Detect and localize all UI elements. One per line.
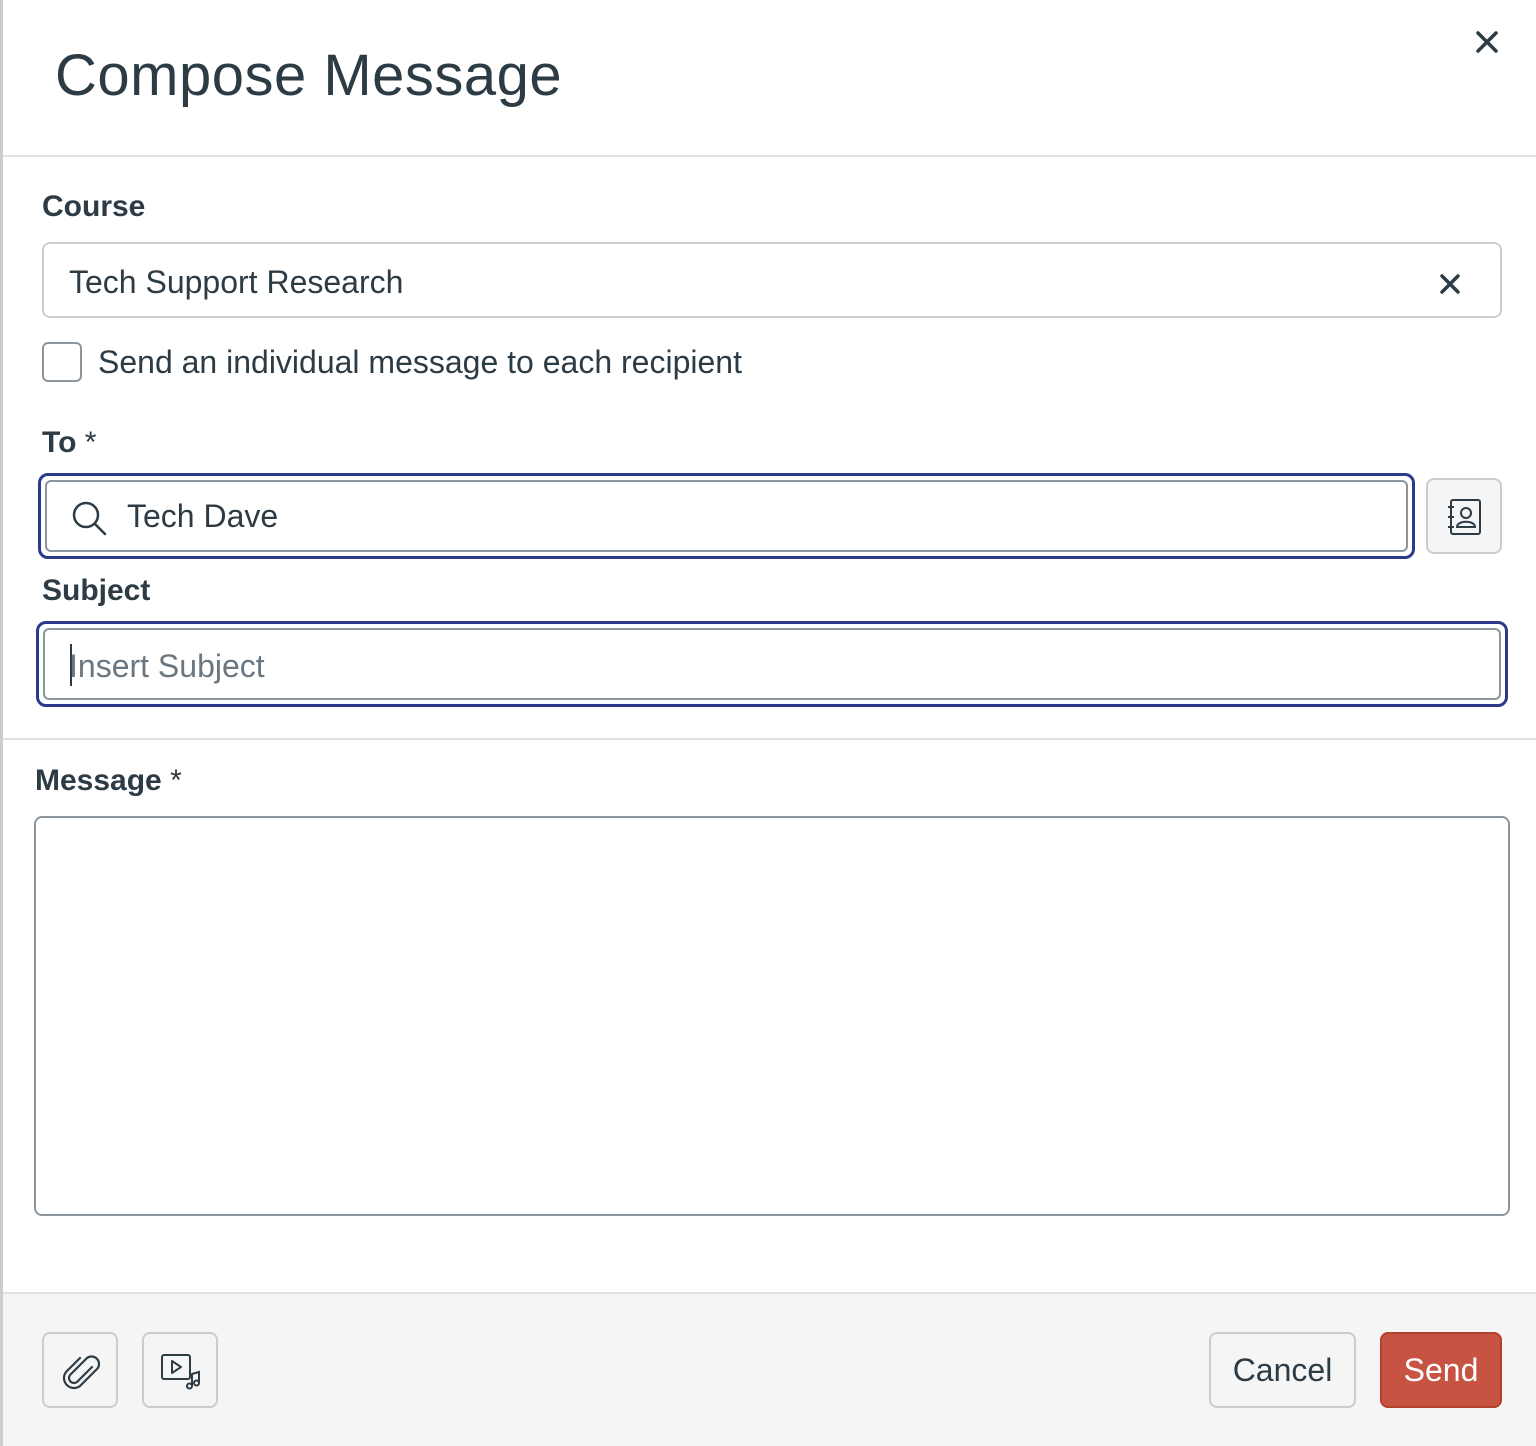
message-required-marker: * (170, 764, 182, 797)
close-icon (1476, 31, 1498, 53)
subject-field[interactable] (43, 628, 1501, 700)
message-textarea[interactable] (34, 816, 1510, 1216)
subject-field-focus-ring (36, 621, 1508, 707)
address-book-icon (1448, 499, 1481, 535)
message-label: Message * (35, 764, 182, 798)
individual-message-checkbox[interactable] (42, 342, 82, 382)
subject-input[interactable] (69, 644, 1469, 688)
attach-file-button[interactable] (42, 1332, 118, 1408)
course-label: Course (42, 190, 146, 223)
to-required-marker: * (84, 426, 97, 459)
to-label: To * (42, 426, 96, 460)
section-divider (3, 738, 1536, 740)
course-select[interactable]: Tech Support Research (42, 242, 1502, 318)
to-field[interactable]: Tech Dave (45, 480, 1408, 552)
compose-message-dialog: Compose Message Course Tech Support Rese… (0, 0, 1536, 1446)
close-button[interactable] (1467, 22, 1507, 62)
search-icon (72, 501, 107, 536)
message-label-text: Message (35, 764, 162, 797)
individual-message-label[interactable]: Send an individual message to each recip… (98, 344, 742, 381)
paperclip-icon (62, 1355, 101, 1390)
to-label-text: To (42, 426, 77, 459)
media-icon (161, 1354, 200, 1390)
dialog-title: Compose Message (55, 43, 563, 108)
dialog-footer: Cancel Send (3, 1292, 1536, 1446)
address-book-button[interactable] (1426, 478, 1502, 554)
dialog-header: Compose Message (3, 0, 1536, 157)
cancel-button[interactable]: Cancel (1209, 1332, 1356, 1408)
to-field-focus-ring: Tech Dave (38, 473, 1415, 559)
record-media-button[interactable] (142, 1332, 218, 1408)
course-value: Tech Support Research (69, 264, 404, 300)
clear-icon[interactable] (1436, 270, 1464, 298)
subject-label: Subject (42, 574, 151, 607)
send-button[interactable]: Send (1380, 1332, 1502, 1408)
to-input[interactable]: Tech Dave (127, 498, 1327, 535)
